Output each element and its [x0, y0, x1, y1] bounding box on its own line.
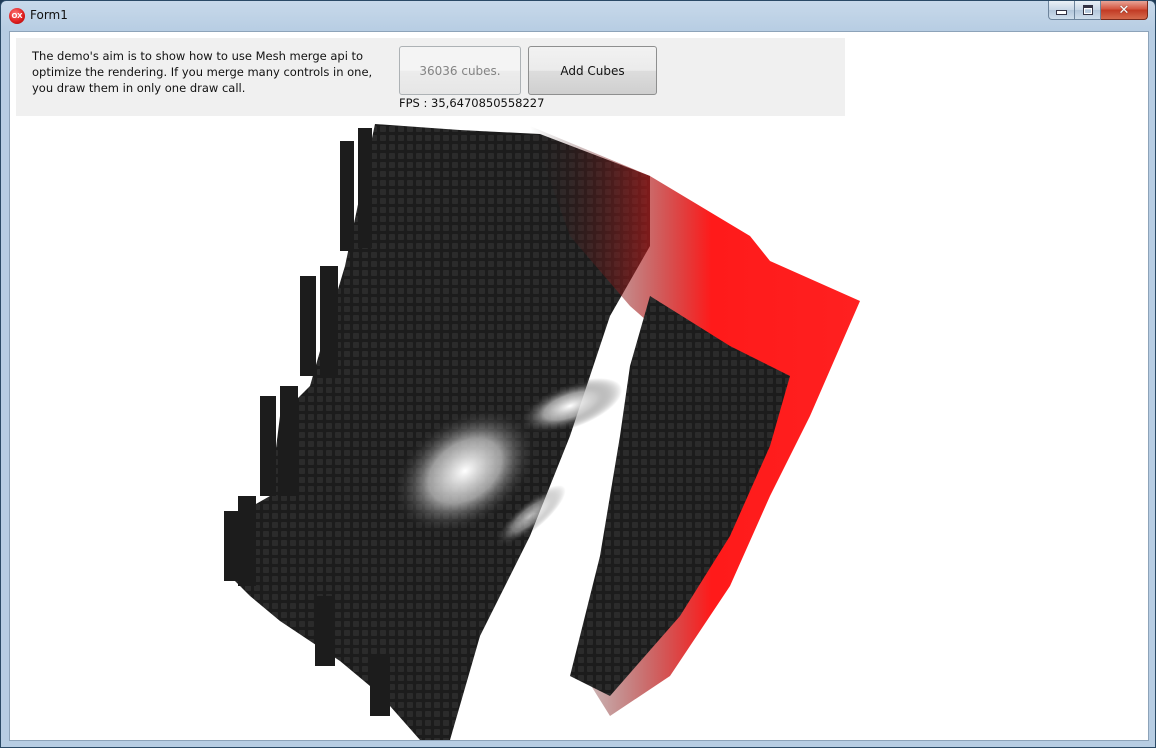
top-panel: The demo's aim is to show how to use Mes… — [16, 38, 845, 116]
close-icon: ✕ — [1118, 2, 1130, 18]
add-cubes-button[interactable]: Add Cubes — [528, 46, 657, 95]
title-bar[interactable]: OX Form1 ✕ — [1, 1, 1155, 32]
fps-label: FPS : 35,6470850558227 — [399, 96, 545, 110]
caption-buttons: ✕ — [1048, 1, 1148, 21]
close-button[interactable]: ✕ — [1101, 1, 1148, 20]
minimize-icon — [1056, 10, 1067, 15]
app-icon[interactable]: OX — [9, 8, 25, 24]
app-window: OX Form1 ✕ The demo's aim is to show how… — [0, 0, 1156, 748]
cube-count-button[interactable]: 36036 cubes. — [399, 46, 521, 95]
minimize-button[interactable] — [1048, 1, 1075, 20]
maximize-button[interactable] — [1075, 1, 1101, 20]
description-text: The demo's aim is to show how to use Mes… — [32, 49, 373, 95]
window-title: Form1 — [30, 8, 68, 22]
client-area: The demo's aim is to show how to use Mes… — [9, 31, 1149, 741]
render-viewport[interactable] — [10, 116, 1148, 740]
cube-mesh-render — [224, 124, 860, 740]
maximize-icon — [1082, 5, 1093, 15]
